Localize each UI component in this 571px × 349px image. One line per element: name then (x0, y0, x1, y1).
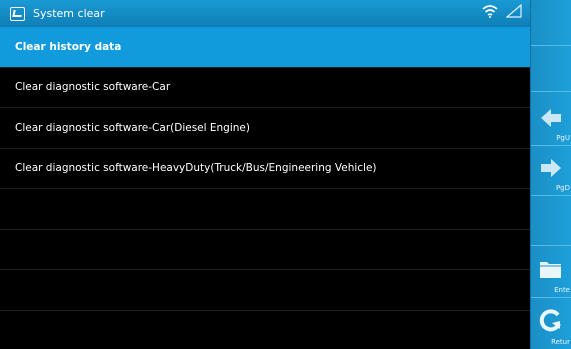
arrow-left-icon (541, 109, 561, 127)
side-blank-button-2 (531, 46, 571, 92)
list-item-clear-car-diesel[interactable]: Clear diagnostic software-Car(Diesel Eng… (0, 108, 530, 149)
page-down-button[interactable]: PgD (531, 150, 571, 196)
app-icon (10, 6, 25, 21)
page-up-button[interactable]: PgU (531, 100, 571, 146)
wifi-icon (482, 5, 498, 18)
clear-options-list: Clear history data Clear diagnostic soft… (0, 27, 530, 349)
side-panel: PgU PgD Ente Retur (530, 0, 571, 349)
list-item-empty (0, 189, 530, 230)
page-up-label: PgU (556, 134, 570, 142)
list-item-label: Clear diagnostic software-Car(Diesel Eng… (15, 121, 250, 134)
enter-label: Ente (554, 286, 570, 294)
list-item-clear-heavyduty[interactable]: Clear diagnostic software-HeavyDuty(Truc… (0, 148, 530, 189)
list-item-label: Clear diagnostic software-Car (15, 81, 171, 94)
list-item-clear-car[interactable]: Clear diagnostic software-Car (0, 67, 530, 108)
status-icons (482, 4, 522, 18)
list-item-empty (0, 229, 530, 270)
folder-icon (540, 262, 561, 278)
side-blank-button-3 (531, 200, 571, 246)
list-item-label: Clear diagnostic software-HeavyDuty(Truc… (15, 162, 377, 175)
title-bar: System clear (0, 0, 530, 27)
enter-button[interactable]: Ente (531, 252, 571, 298)
return-icon (539, 309, 561, 332)
side-blank-button-1 (531, 0, 571, 46)
list-item-empty (0, 270, 530, 311)
list-item-clear-history[interactable]: Clear history data (0, 27, 530, 68)
return-label: Retur (551, 338, 570, 346)
window-title: System clear (33, 7, 105, 20)
page-down-label: PgD (555, 184, 570, 192)
list-item-empty (0, 310, 530, 349)
arrow-right-icon (541, 159, 561, 177)
list-item-label: Clear history data (15, 40, 122, 53)
return-button[interactable]: Retur (531, 303, 571, 349)
signal-icon (506, 4, 522, 18)
